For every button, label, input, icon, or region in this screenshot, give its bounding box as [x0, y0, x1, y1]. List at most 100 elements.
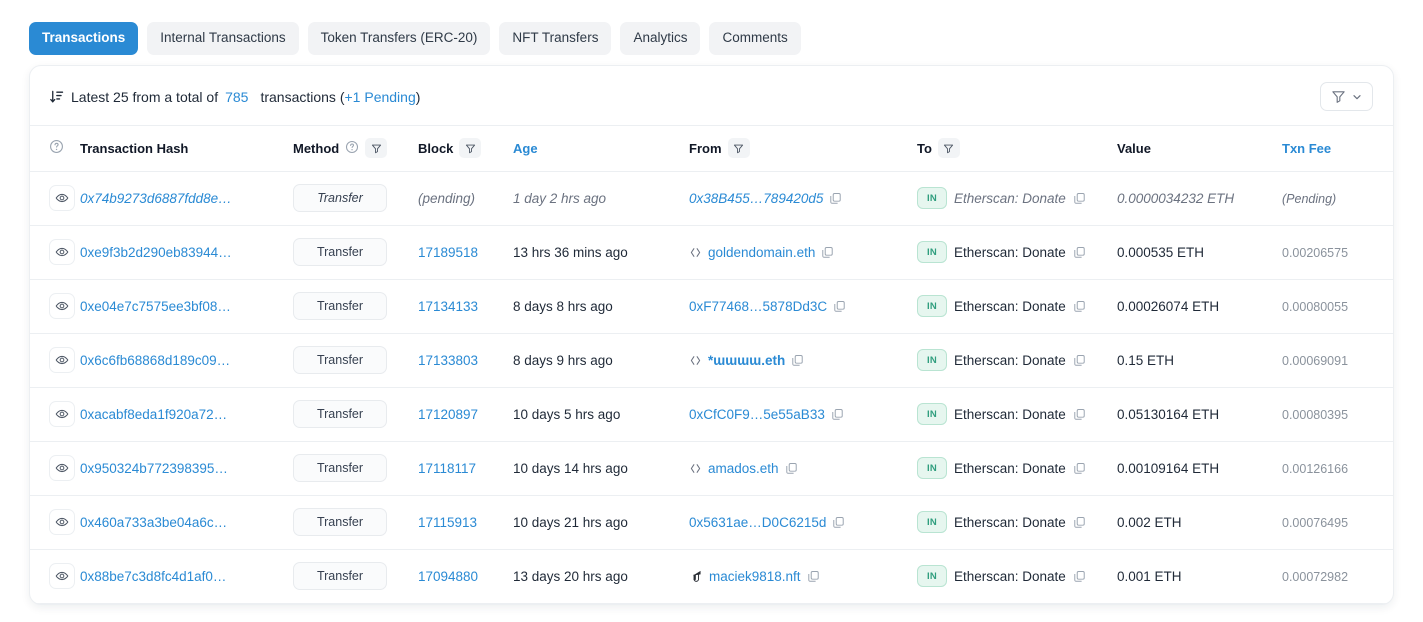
preview-eye-button[interactable] [49, 185, 75, 211]
copy-icon[interactable] [829, 192, 842, 205]
table-filter-button[interactable] [1320, 82, 1373, 111]
value-amount: 0.05130164 ETH [1117, 407, 1219, 422]
transaction-hash-link[interactable]: 0x6c6fb68868d189c09… [80, 353, 230, 368]
from-address-link[interactable]: goldendomain.eth [708, 245, 815, 260]
preview-eye-button[interactable] [49, 401, 75, 427]
preview-eye-button[interactable] [49, 347, 75, 373]
block-filter-icon[interactable] [459, 138, 481, 158]
to-filter-icon[interactable] [938, 138, 960, 158]
cell-to: INEtherscan: Donate [917, 334, 1117, 388]
cell-txn-fee: (Pending) [1282, 172, 1394, 226]
block-number-link[interactable]: 17189518 [418, 245, 478, 260]
pending-count-link[interactable]: +1 Pending [345, 89, 416, 105]
block-number-link[interactable]: 17094880 [418, 569, 478, 584]
cell-to: INEtherscan: Donate [917, 388, 1117, 442]
tab-transactions[interactable]: Transactions [29, 22, 138, 55]
from-address-link[interactable]: maciek9818.nft [709, 569, 801, 584]
preview-eye-button[interactable] [49, 239, 75, 265]
method-badge[interactable]: Transfer [293, 184, 387, 212]
transaction-hash-link[interactable]: 0x74b9273d6887fdd8e… [80, 191, 232, 206]
cell-to: INEtherscan: Donate [917, 280, 1117, 334]
preview-eye-button[interactable] [49, 455, 75, 481]
cell-transaction-hash: 0x88be7c3d8fc4d1af0… [80, 550, 293, 604]
method-badge[interactable]: Transfer [293, 508, 387, 536]
to-address-label[interactable]: Etherscan: Donate [954, 569, 1066, 584]
preview-eye-button[interactable] [49, 563, 75, 589]
tab-comments[interactable]: Comments [709, 22, 800, 55]
cell-preview [30, 604, 80, 606]
block-number-link[interactable]: 17120897 [418, 407, 478, 422]
to-address-label[interactable]: Etherscan: Donate [954, 407, 1066, 422]
copy-icon[interactable] [791, 354, 804, 367]
to-address-label[interactable]: Etherscan: Donate [954, 461, 1066, 476]
to-address-label[interactable]: Etherscan: Donate [954, 245, 1066, 260]
copy-icon[interactable] [1073, 354, 1086, 367]
to-address-label[interactable]: Etherscan: Donate [954, 353, 1066, 368]
copy-icon[interactable] [1073, 192, 1086, 205]
copy-icon[interactable] [1073, 246, 1086, 259]
cell-age: 16 days 12 hrs ago [513, 604, 689, 606]
cell-age: 10 days 14 hrs ago [513, 442, 689, 496]
transaction-hash-link[interactable]: 0x88be7c3d8fc4d1af0… [80, 569, 226, 584]
total-transactions-link[interactable]: 785 [225, 89, 248, 105]
copy-icon[interactable] [1073, 408, 1086, 421]
filter-funnel-icon [1331, 89, 1346, 104]
transactions-table: Transaction Hash Method [30, 126, 1394, 605]
block-number-link[interactable]: 17133803 [418, 353, 478, 368]
from-address-link[interactable]: amados.eth [708, 461, 779, 476]
tab-nft-transfers[interactable]: NFT Transfers [499, 22, 611, 55]
copy-icon[interactable] [833, 300, 846, 313]
method-help-icon[interactable] [345, 140, 359, 157]
txn-fee-value: 0.00080055 [1282, 300, 1348, 314]
copy-icon[interactable] [785, 462, 798, 475]
method-badge[interactable]: Transfer [293, 454, 387, 482]
method-badge[interactable]: Transfer [293, 400, 387, 428]
transaction-hash-link[interactable]: 0xe9f3b2d290eb83944… [80, 245, 232, 260]
tab-token-transfers-erc-20[interactable]: Token Transfers (ERC-20) [308, 22, 491, 55]
transaction-hash-link[interactable]: 0xacabf8eda1f920a72… [80, 407, 227, 422]
method-badge[interactable]: Transfer [293, 238, 387, 266]
from-filter-icon[interactable] [728, 138, 750, 158]
block-number-link[interactable]: 17134133 [418, 299, 478, 314]
tab-analytics[interactable]: Analytics [620, 22, 700, 55]
transaction-hash-link[interactable]: 0x950324b772398395… [80, 461, 228, 476]
transaction-hash-link[interactable]: 0xe04e7c7575ee3bf08… [80, 299, 231, 314]
unstoppable-domains-icon [689, 569, 703, 583]
cell-from: 0xF77468…5878Dd3C [689, 280, 917, 334]
transaction-hash-link[interactable]: 0x460a733a3be04a6c… [80, 515, 227, 530]
from-address-link[interactable]: 0x38B455…789420d5 [689, 191, 823, 206]
copy-icon[interactable] [807, 570, 820, 583]
column-header-txn-fee[interactable]: Txn Fee [1282, 126, 1394, 172]
method-filter-icon[interactable] [365, 138, 387, 158]
cell-value: 0.002 ETH [1117, 496, 1282, 550]
copy-icon[interactable] [1073, 462, 1086, 475]
from-address-link[interactable]: 0xCfC0F9…5e55aB33 [689, 407, 825, 422]
to-address-label[interactable]: Etherscan: Donate [954, 191, 1066, 206]
from-address-link[interactable]: 0xF77468…5878Dd3C [689, 299, 827, 314]
copy-icon[interactable] [1073, 570, 1086, 583]
to-address-label[interactable]: Etherscan: Donate [954, 515, 1066, 530]
tab-internal-transactions[interactable]: Internal Transactions [147, 22, 298, 55]
cell-from: 0x56048d…1df1765A [689, 604, 917, 606]
help-circle-icon[interactable] [49, 142, 64, 157]
column-header-preview [30, 126, 80, 172]
copy-icon[interactable] [831, 408, 844, 421]
copy-icon[interactable] [832, 516, 845, 529]
preview-eye-button[interactable] [49, 509, 75, 535]
to-address-label[interactable]: Etherscan: Donate [954, 299, 1066, 314]
from-address-link[interactable]: *ɯɯɯɯ.eth [708, 353, 785, 368]
txn-fee-value: 0.00076495 [1282, 516, 1348, 530]
method-badge[interactable]: Transfer [293, 346, 387, 374]
copy-icon[interactable] [1073, 300, 1086, 313]
method-badge[interactable]: Transfer [293, 562, 387, 590]
block-number-link[interactable]: 17118117 [418, 461, 476, 476]
block-number-link[interactable]: 17115913 [418, 515, 477, 530]
cell-block: 17134133 [418, 280, 513, 334]
column-header-age[interactable]: Age [513, 126, 689, 172]
copy-icon[interactable] [821, 246, 834, 259]
from-address-link[interactable]: 0x5631ae…D0C6215d [689, 515, 826, 530]
method-badge[interactable]: Transfer [293, 292, 387, 320]
value-amount: 0.00026074 ETH [1117, 299, 1219, 314]
copy-icon[interactable] [1073, 516, 1086, 529]
preview-eye-button[interactable] [49, 293, 75, 319]
